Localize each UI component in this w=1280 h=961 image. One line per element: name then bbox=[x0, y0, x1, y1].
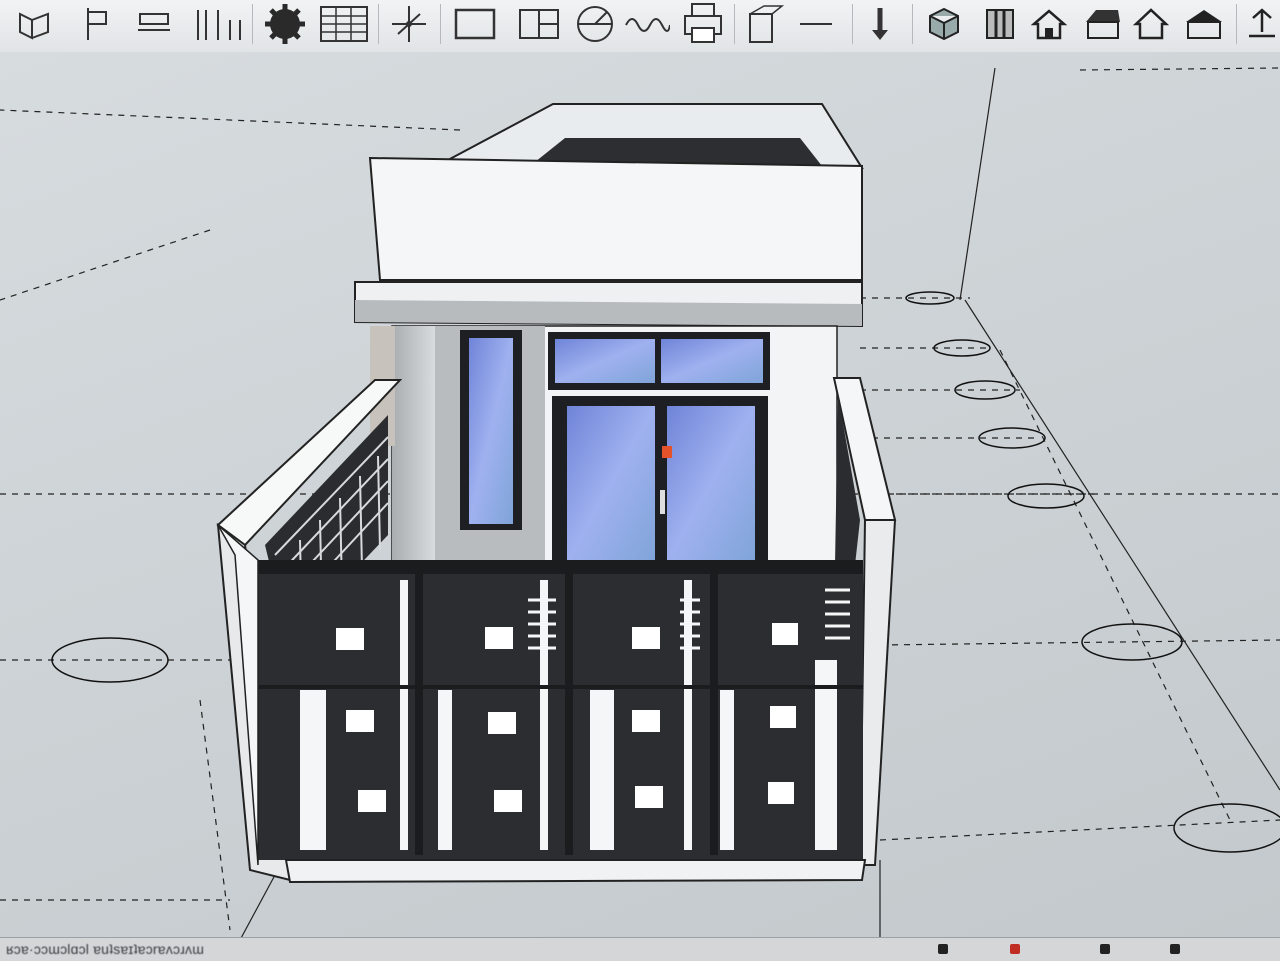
protractor-icon[interactable] bbox=[572, 2, 618, 46]
rectangle-icon[interactable] bbox=[450, 2, 500, 46]
window-panel-icon[interactable] bbox=[514, 2, 564, 46]
print-icon[interactable] bbox=[680, 2, 726, 46]
status-indicator-icon bbox=[1170, 944, 1180, 954]
views-icon[interactable] bbox=[14, 2, 54, 46]
status-error-icon bbox=[1010, 944, 1020, 954]
slab-shadow bbox=[355, 300, 862, 326]
right-wall-face bbox=[858, 519, 897, 866]
status-indicator-icon bbox=[1100, 944, 1110, 954]
upload-icon[interactable] bbox=[1244, 2, 1280, 46]
transom-glass-left bbox=[555, 339, 655, 383]
transom-glass-right bbox=[661, 339, 763, 383]
dimension-icon[interactable] bbox=[132, 2, 176, 46]
push-pull-arrow-icon[interactable] bbox=[862, 2, 898, 46]
status-text: ʁɔɐ·ɔɔɯɔlɑɔl ɐuʇsɐɪʇɐɔrɐʌɔɹʌɯ bbox=[6, 941, 205, 957]
section-plane-icon[interactable] bbox=[80, 2, 114, 46]
door-glass-left bbox=[567, 406, 655, 562]
house-outline-icon[interactable] bbox=[1130, 2, 1172, 46]
narrow-window-glass bbox=[469, 338, 513, 524]
house-3d-model[interactable] bbox=[0, 52, 1280, 937]
component-box-icon[interactable] bbox=[924, 2, 964, 46]
door-handle bbox=[660, 490, 665, 514]
door-glass-right bbox=[667, 406, 755, 562]
door-icon[interactable] bbox=[742, 2, 788, 46]
status-bar: ʁɔɐ·ɔɔɯɔlɑɔl ɐuʇsɐɪʇɐɔrɐʌɔɹʌɯ bbox=[0, 937, 1280, 961]
line-icon[interactable] bbox=[796, 2, 836, 46]
axes-icon[interactable] bbox=[384, 2, 434, 46]
door-sign bbox=[662, 446, 672, 458]
house-icon[interactable] bbox=[1028, 2, 1070, 46]
settings-gear-icon[interactable] bbox=[260, 2, 310, 46]
facade-left-return bbox=[392, 326, 435, 560]
upper-parapet-wall bbox=[368, 156, 863, 281]
spring-icon[interactable] bbox=[622, 2, 672, 46]
table-grid-icon[interactable] bbox=[316, 2, 372, 46]
house-roof-icon[interactable] bbox=[1078, 2, 1126, 46]
warehouse-icon[interactable] bbox=[1180, 2, 1228, 46]
model-viewport[interactable] bbox=[0, 52, 1280, 937]
base-plinth bbox=[284, 859, 867, 884]
column-icon[interactable] bbox=[980, 2, 1020, 46]
status-indicator-icon bbox=[938, 944, 948, 954]
wall-tool-icon[interactable] bbox=[190, 2, 246, 46]
main-toolbar bbox=[0, 0, 1280, 53]
